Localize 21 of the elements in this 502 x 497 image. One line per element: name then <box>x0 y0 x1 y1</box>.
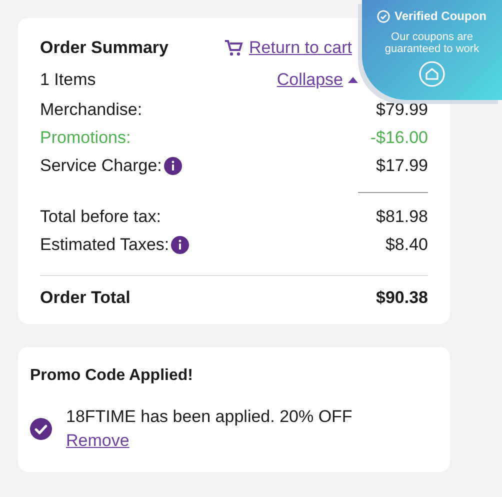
items-count: 1 Items <box>40 70 96 90</box>
row-label: Total before tax: <box>40 207 161 227</box>
badge-message: Our coupons are guaranteed to work <box>384 31 480 55</box>
badge-title: Verified Coupon <box>394 9 486 23</box>
collapse-link[interactable]: Collapse <box>276 70 358 90</box>
remove-link[interactable]: Remove <box>66 429 130 453</box>
promo-message: 18FTIME has been applied. 20% OFF <box>66 406 352 428</box>
row-label: Promotions: <box>40 128 131 148</box>
row-value: $79.99 <box>376 100 428 120</box>
row-label: Estimated Taxes: <box>40 235 170 255</box>
row-label: Merchandise: <box>40 100 142 120</box>
row-value: -$16.00 <box>370 128 428 148</box>
row-value: $17.99 <box>376 156 428 176</box>
row-value: $81.98 <box>376 207 428 227</box>
total-value: $90.38 <box>376 288 428 308</box>
promo-title: Promo Code Applied! <box>30 367 194 385</box>
row-label: Service Charge: <box>40 156 162 176</box>
summary-title: Order Summary <box>40 38 168 58</box>
total-label: Order Total <box>40 288 130 308</box>
row-value: $8.40 <box>385 235 428 255</box>
return-link[interactable]: Return to cart <box>224 38 352 58</box>
